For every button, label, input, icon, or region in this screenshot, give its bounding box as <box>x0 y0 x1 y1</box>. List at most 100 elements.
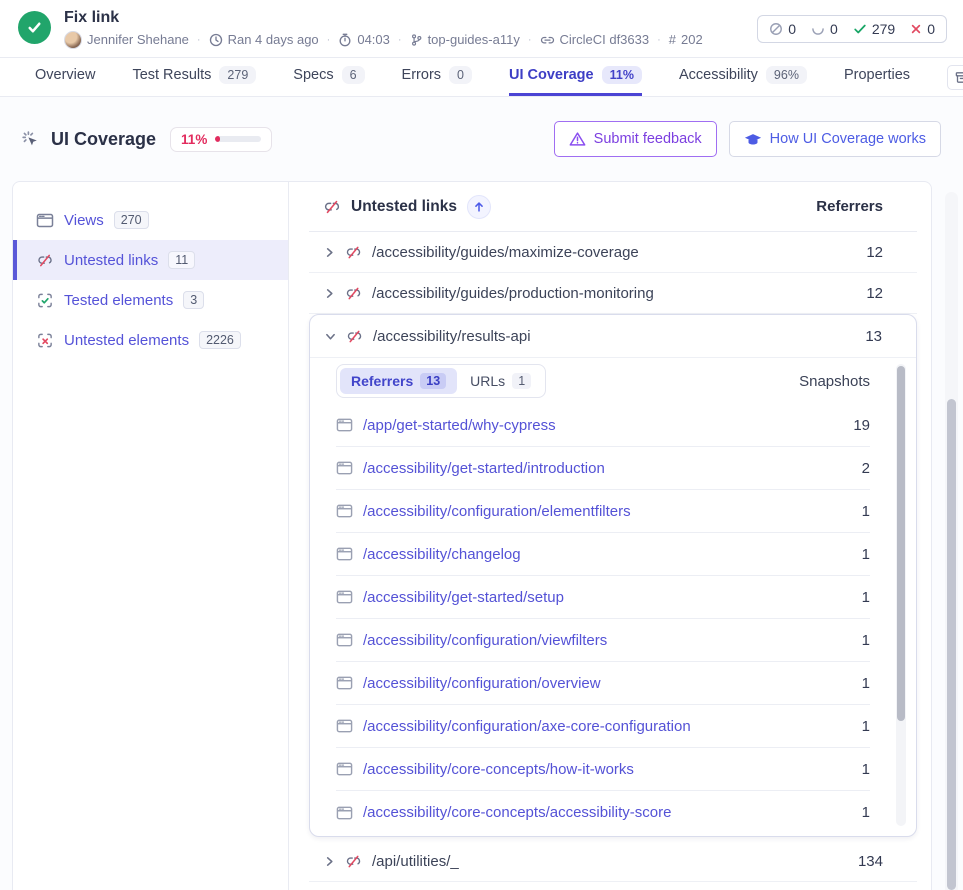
failed-icon <box>910 23 922 35</box>
run-passed-status-icon <box>18 11 51 44</box>
collapsed-rows: /accessibility/guides/maximize-coverage … <box>309 232 917 314</box>
view-icon <box>336 675 353 691</box>
passed-icon <box>853 22 867 36</box>
referrer-path: /accessibility/configuration/axe-core-co… <box>363 718 691 735</box>
run-branch[interactable]: top-guides-a11y <box>410 32 520 47</box>
view-icon <box>336 632 353 648</box>
run-meta: Jennifer Shehane · Ran 4 days ago · 04:0… <box>64 31 703 49</box>
tab-urls[interactable]: URLs 1 <box>459 368 542 394</box>
referrer-path: /app/get-started/why-cypress <box>363 417 556 434</box>
sidebar-badge: 270 <box>114 211 149 229</box>
untested-links-table: Untested links Referrers <box>289 182 931 890</box>
referrer-count: 12 <box>866 244 883 261</box>
hash-icon: # <box>669 32 676 47</box>
tab-referrers[interactable]: Referrers 13 <box>340 368 457 394</box>
tab-badge: 11% <box>602 66 642 84</box>
referrers-column-header: Referrers <box>816 198 883 215</box>
referrer-row[interactable]: /accessibility/configuration/axe-core-co… <box>336 705 870 748</box>
tested-elements-icon <box>36 292 54 309</box>
run-ci[interactable]: CircleCI df3633 <box>540 32 650 47</box>
referrer-path: /accessibility/core-concepts/how-it-work… <box>363 761 634 778</box>
archive-run-button[interactable] <box>947 65 963 90</box>
referrer-path: /accessibility/configuration/overview <box>363 675 601 692</box>
tab-accessibility[interactable]: Accessibility96% <box>679 58 807 96</box>
referrer-row[interactable]: /accessibility/configuration/overview 1 <box>336 662 870 705</box>
sidebar-badge: 3 <box>183 291 204 309</box>
tab-specs[interactable]: Specs6 <box>293 58 364 96</box>
panel-scrollbar[interactable] <box>896 364 906 826</box>
expanded-link-row[interactable]: /accessibility/results-api 13 <box>310 315 916 358</box>
snapshots-column-header: Snapshots <box>799 373 870 390</box>
view-icon <box>336 718 353 734</box>
referrer-path: /accessibility/changelog <box>363 546 521 563</box>
run-author[interactable]: Jennifer Shehane <box>64 31 189 49</box>
referrer-row[interactable]: /app/get-started/why-cypress 19 <box>336 404 870 447</box>
table-title: Untested links <box>351 198 457 216</box>
view-icon <box>336 417 353 433</box>
submit-feedback-button[interactable]: Submit feedback <box>554 121 717 157</box>
coverage-content-card: Views 270 Untested links 11 Tested eleme… <box>12 181 932 890</box>
how-ui-coverage-works-button[interactable]: How UI Coverage works <box>729 121 941 157</box>
link-path: /accessibility/guides/production-monitor… <box>372 285 654 302</box>
pending-stat: 0 <box>811 21 838 37</box>
sidebar-item-untested-links[interactable]: Untested links 11 <box>13 240 288 280</box>
run-page: Fix link Jennifer Shehane · Ran 4 days a… <box>0 0 963 890</box>
page-scrollbar-thumb[interactable] <box>947 399 956 890</box>
referrer-count: 134 <box>858 853 883 870</box>
run-build-number: # 202 <box>669 32 703 47</box>
chevron-right-icon[interactable] <box>323 288 335 299</box>
tab-badge: 1 <box>512 373 531 389</box>
view-icon <box>336 460 353 476</box>
sidebar-item-untested-elements[interactable]: Untested elements 2226 <box>13 320 288 360</box>
sort-ascending-button[interactable] <box>467 195 491 219</box>
snapshot-count: 2 <box>862 460 870 477</box>
view-icon <box>336 546 353 562</box>
sidebar-item-views[interactable]: Views 270 <box>13 200 288 240</box>
untested-link-row[interactable]: /api/utilities/_ 134 <box>309 841 917 882</box>
expanded-link-card: /accessibility/results-api 13 Referrers … <box>309 314 917 837</box>
sidebar-item-tested-elements[interactable]: Tested elements 3 <box>13 280 288 320</box>
section-title: UI Coverage <box>51 129 156 150</box>
git-branch-icon <box>410 33 423 47</box>
chevron-right-icon[interactable] <box>323 247 335 258</box>
sidebar-badge: 11 <box>168 251 195 269</box>
avatar <box>64 31 82 49</box>
clock-icon <box>209 33 223 47</box>
snapshot-count: 19 <box>853 417 870 434</box>
referrer-path: /accessibility/configuration/elementfilt… <box>363 503 631 520</box>
referrer-row[interactable]: /accessibility/get-started/setup 1 <box>336 576 870 619</box>
passed-stat: 279 <box>853 21 895 37</box>
page-scrollbar[interactable] <box>945 192 958 890</box>
run-tabbar: Overview Test Results279 Specs6 Errors0 … <box>0 58 963 97</box>
referrer-count: 12 <box>866 285 883 302</box>
tab-overview[interactable]: Overview <box>35 58 95 96</box>
referrer-row[interactable]: /accessibility/configuration/elementfilt… <box>336 490 870 533</box>
untested-link-row[interactable]: /accessibility/guides/production-monitor… <box>309 273 917 314</box>
panel-scrollbar-thumb[interactable] <box>897 366 905 721</box>
referrer-row[interactable]: /accessibility/configuration/viewfilters… <box>336 619 870 662</box>
untested-link-row[interactable]: /accessibility/guides/maximize-coverage … <box>309 232 917 273</box>
views-icon <box>36 212 54 229</box>
view-icon <box>336 503 353 519</box>
snapshot-count: 1 <box>862 503 870 520</box>
tab-test-results[interactable]: Test Results279 <box>132 58 256 96</box>
tab-errors[interactable]: Errors0 <box>402 58 472 96</box>
referrer-rows: /app/get-started/why-cypress 19 /accessi… <box>310 404 916 834</box>
chevron-right-icon[interactable] <box>323 856 335 867</box>
panel-tab-group: Referrers 13 URLs 1 <box>336 364 546 398</box>
view-icon <box>336 761 353 777</box>
tab-properties[interactable]: Properties <box>844 58 910 96</box>
table-header: Untested links Referrers <box>309 182 917 232</box>
run-time: Ran 4 days ago <box>209 32 319 47</box>
referrer-path: /accessibility/core-concepts/accessibili… <box>363 804 671 821</box>
referrer-row[interactable]: /accessibility/core-concepts/how-it-work… <box>336 748 870 791</box>
tab-ui-coverage[interactable]: UI Coverage11% <box>509 58 642 96</box>
referrer-row[interactable]: /accessibility/core-concepts/accessibili… <box>336 791 870 834</box>
snapshot-count: 1 <box>862 546 870 563</box>
referrer-row[interactable]: /accessibility/changelog 1 <box>336 533 870 576</box>
tab-badge: 279 <box>219 66 256 84</box>
referrer-row[interactable]: /accessibility/get-started/introduction … <box>336 447 870 490</box>
chevron-down-icon[interactable] <box>324 331 336 342</box>
tab-badge: 96% <box>766 66 807 84</box>
untested-links-icon <box>36 252 54 269</box>
